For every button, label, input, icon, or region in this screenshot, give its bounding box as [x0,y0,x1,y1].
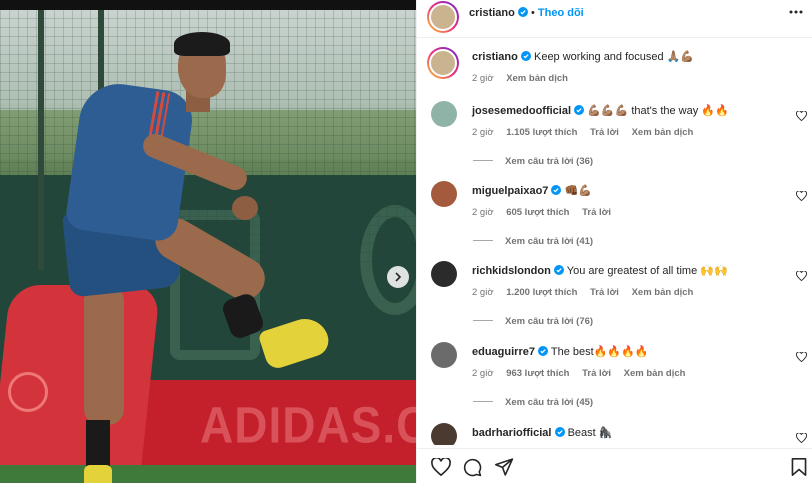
verified-badge-icon [553,265,564,275]
view-replies-link[interactable]: Xem câu trả lời (41) [473,236,593,247]
caption-time[interactable]: 2 giờ [472,73,494,84]
more-options-icon[interactable] [789,10,803,14]
reply-button[interactable]: Trả lời [582,368,611,379]
translate-link[interactable]: Xem bản dịch [632,127,694,138]
view-replies-label: Xem câu trả lời (76) [505,316,594,327]
post-details-panel: cristiano • Theo dõi cristiano Keep work… [416,0,812,483]
verified-badge-icon [554,427,565,437]
media-grass [0,465,416,483]
follow-button[interactable]: Theo dõi [538,7,584,19]
commenter-avatar[interactable] [431,261,457,287]
comment-time[interactable]: 2 giờ [472,127,494,138]
media-top-bar [0,0,416,10]
view-replies-link[interactable]: Xem câu trả lời (76) [473,316,593,327]
save-bookmark-icon[interactable] [791,458,807,476]
like-comment-icon[interactable] [796,433,807,443]
player-boot [84,465,112,483]
like-comment-icon[interactable] [796,352,807,362]
comment-text: You are greatest of all time 🙌🙌 [566,265,728,277]
player-leg [84,285,124,425]
post-actions-bar [417,448,812,483]
reply-button[interactable]: Trả lời [590,127,619,138]
comment-icon[interactable] [463,458,482,477]
chevron-right-icon [395,272,402,282]
caption-translate-link[interactable]: Xem bản dịch [506,73,568,84]
media-fence-post [38,10,44,270]
comment-username[interactable]: miguelpaixao7 [472,185,548,197]
comment-likes[interactable]: 605 lượt thích [506,207,569,218]
author-avatar[interactable] [427,1,459,33]
like-comment-icon[interactable] [796,191,807,201]
caption-text: Keep working and focused 🙏🏽💪🏽 [533,51,695,63]
comment-likes[interactable]: 1.200 lượt thích [506,287,577,298]
separator-dot: • [530,7,535,19]
comment-username[interactable]: badrhariofficial [472,427,551,439]
comment-text: 💪🏽💪🏽💪🏽 that's the way 🔥🔥 [587,105,729,117]
comment-text: Beast 🦍 [567,427,613,439]
commenter-avatar[interactable] [431,423,457,445]
comment-username[interactable]: josesemedoofficial [472,105,571,117]
translate-link[interactable]: Xem bản dịch [632,287,694,298]
view-replies-label: Xem câu trả lời (45) [505,397,594,408]
view-replies-label: Xem câu trả lời (41) [505,236,594,247]
post-header: cristiano • Theo dõi [417,0,812,38]
comment-time[interactable]: 2 giờ [472,368,494,379]
verified-badge-icon [538,346,549,356]
caption-username[interactable]: cristiano [472,51,518,63]
verified-badge-icon [517,7,528,17]
verified-badge-icon [551,185,562,195]
comment-text: 👊🏾💪🏽 [564,185,592,197]
comment-time[interactable]: 2 giờ [472,287,494,298]
comment-time[interactable]: 2 giờ [472,207,494,218]
verified-badge-icon [574,105,585,115]
commenter-avatar[interactable] [431,101,457,127]
view-replies-link[interactable]: Xem câu trả lời (45) [473,397,593,408]
translate-link[interactable]: Xem bản dịch [624,368,686,379]
caption-avatar[interactable] [427,47,459,79]
player-fist [232,196,258,220]
reply-button[interactable]: Trả lời [582,207,611,218]
commenter-avatar[interactable] [431,342,457,368]
like-comment-icon[interactable] [796,271,807,281]
verified-badge-icon [520,51,531,61]
player-hair [174,32,230,56]
commenter-avatar[interactable] [431,181,457,207]
like-post-icon[interactable] [431,458,451,476]
view-replies-link[interactable]: Xem câu trả lời (36) [473,156,593,167]
share-icon[interactable] [495,458,514,476]
comment-username[interactable]: eduaguirre7 [472,346,535,358]
view-replies-label: Xem câu trả lời (36) [505,156,594,167]
post-media[interactable]: ADIDAS.COM [0,0,416,483]
comments-list[interactable]: cristiano Keep working and focused 🙏🏽💪🏽 … [417,38,812,445]
media-pad-logo [8,372,48,412]
next-media-button[interactable] [387,266,409,288]
media-ad-text: ADIDAS.COM [200,396,416,454]
reply-button[interactable]: Trả lời [590,287,619,298]
comment-likes[interactable]: 963 lượt thích [506,368,569,379]
comment-likes[interactable]: 1.105 lượt thích [506,127,577,138]
like-comment-icon[interactable] [796,111,807,121]
author-username[interactable]: cristiano [469,7,515,19]
comment-username[interactable]: richkidslondon [472,265,551,277]
comment-text: The best🔥🔥🔥🔥 [550,346,649,358]
